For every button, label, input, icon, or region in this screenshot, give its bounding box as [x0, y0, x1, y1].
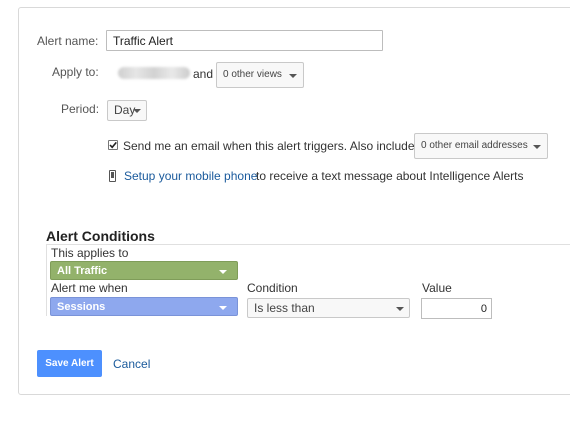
- chevron-down-icon: [396, 307, 404, 311]
- condition-label: Condition: [247, 281, 298, 295]
- alert-name-input[interactable]: [106, 30, 383, 51]
- other-views-dropdown-label: 0 other views: [223, 69, 282, 80]
- alert-me-when-label: Alert me when: [51, 281, 128, 295]
- chevron-down-icon: [133, 109, 141, 113]
- condition-dropdown-label: Is less than: [254, 301, 315, 315]
- segment-dropdown-label: All Traffic: [57, 265, 108, 277]
- email-checkbox[interactable]: [108, 140, 118, 150]
- setup-mobile-phone-link[interactable]: Setup your mobile phone: [124, 169, 257, 183]
- value-label: Value: [422, 281, 452, 295]
- alert-name-label: Alert name:: [37, 34, 99, 48]
- conditions-left-rule: [46, 244, 47, 316]
- email-option-text: Send me an email when this alert trigger…: [123, 139, 415, 153]
- period-label: Period:: [61, 102, 100, 116]
- other-email-addresses-dropdown[interactable]: 0 other email addresses: [414, 133, 548, 159]
- condition-dropdown[interactable]: Is less than: [247, 298, 410, 318]
- conditions-divider: [46, 244, 570, 245]
- chevron-down-icon: [289, 74, 297, 78]
- mobile-phone-icon: [109, 170, 116, 182]
- applies-to-label: This applies to: [51, 246, 129, 260]
- chevron-down-icon: [533, 145, 541, 149]
- metric-dropdown-label: Sessions: [57, 301, 106, 313]
- apply-to-and-text: and: [193, 67, 214, 81]
- check-icon: [109, 141, 117, 149]
- current-view-name-redacted: [118, 67, 190, 79]
- period-dropdown[interactable]: Day: [107, 100, 147, 121]
- segment-dropdown[interactable]: All Traffic: [50, 261, 238, 280]
- save-alert-button[interactable]: Save Alert: [37, 350, 102, 377]
- mobile-option-text: to receive a text message about Intellig…: [256, 169, 524, 183]
- alert-conditions-title: Alert Conditions: [46, 228, 155, 244]
- chevron-down-icon: [219, 270, 227, 274]
- cancel-link[interactable]: Cancel: [113, 357, 150, 371]
- apply-to-label: Apply to:: [52, 65, 99, 79]
- chevron-down-icon: [219, 306, 227, 310]
- other-views-dropdown[interactable]: 0 other views: [216, 62, 304, 88]
- other-email-addresses-dropdown-label: 0 other email addresses: [421, 140, 528, 151]
- metric-dropdown[interactable]: Sessions: [50, 297, 238, 316]
- value-input[interactable]: [421, 298, 492, 319]
